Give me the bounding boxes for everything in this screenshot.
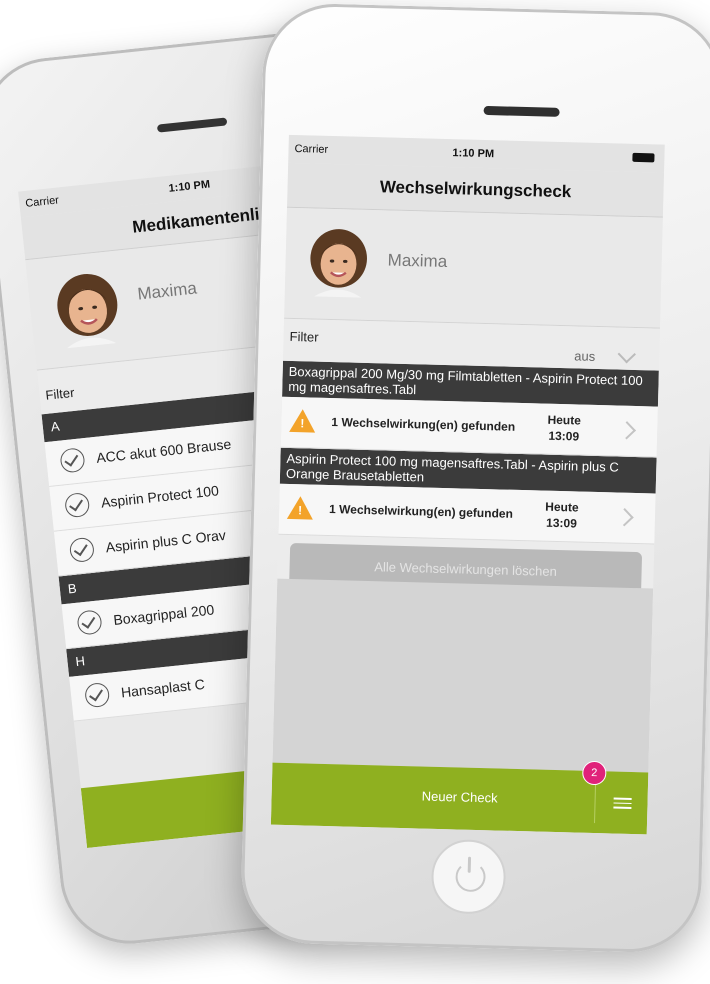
- profile-header[interactable]: Maxima: [284, 207, 663, 329]
- warning-icon-mark: !: [297, 503, 303, 518]
- avatar: [49, 268, 127, 354]
- battery-icon: [632, 152, 655, 163]
- check-circle-icon: [64, 491, 91, 519]
- filter-label: Filter: [44, 384, 76, 403]
- carrier-label: Carrier: [24, 194, 60, 210]
- interaction-row[interactable]: ! 1 Wechselwirkung(en) gefunden Heute 13…: [278, 483, 656, 545]
- interaction-date: Heute: [545, 499, 579, 515]
- interaction-text: 1 Wechselwirkung(en) gefunden: [331, 415, 516, 434]
- warning-icon-mark: !: [300, 416, 305, 431]
- medication-name: ACC akut 600 Brause: [95, 435, 232, 466]
- filter-value: aus: [574, 348, 596, 364]
- empty-area: [272, 578, 654, 773]
- medication-name: Aspirin Protect 100: [100, 482, 220, 511]
- chevron-down-icon[interactable]: [617, 345, 636, 364]
- status-time: 1:10 PM: [452, 147, 495, 161]
- check-circle-icon: [68, 536, 96, 564]
- profile-name: Maxima: [136, 278, 198, 304]
- avatar: [305, 224, 373, 305]
- interaction-row[interactable]: ! 1 Wechselwirkung(en) gefunden Heute 13…: [280, 396, 658, 458]
- carrier-label: Carrier: [294, 142, 329, 156]
- interaction-timestamp: Heute 13:09: [545, 499, 579, 532]
- chevron-right-icon: [617, 421, 636, 440]
- interaction-time: 13:09: [548, 428, 580, 444]
- interaction-date: Heute: [547, 412, 582, 428]
- medication-name: Boxagrippal 200: [112, 601, 215, 628]
- medication-name: Hansaplast C: [120, 675, 206, 701]
- profile-name: Maxima: [387, 250, 448, 272]
- new-check-button[interactable]: Neuer Check: [272, 785, 648, 810]
- chevron-right-icon: [615, 508, 634, 527]
- list-menu-icon[interactable]: [613, 797, 632, 812]
- front-phone: Carrier 1:10 PM Wechselwirkungscheck Max…: [239, 2, 710, 954]
- power-icon: [455, 861, 486, 893]
- medication-name: Aspirin plus C Orav: [104, 526, 227, 556]
- interaction-timestamp: Heute 13:09: [547, 412, 581, 445]
- interaction-time: 13:09: [545, 515, 578, 531]
- filter-label: Filter: [289, 328, 319, 345]
- check-circle-icon: [76, 609, 103, 636]
- check-circle-icon: [83, 681, 111, 709]
- page-title: Wechselwirkungscheck: [379, 177, 572, 202]
- interaction-text: 1 Wechselwirkung(en) gefunden: [328, 502, 514, 521]
- page-title: Medikamentenlis: [131, 203, 270, 237]
- check-circle-icon: [59, 447, 86, 474]
- status-time: 1:10 PM: [168, 178, 211, 195]
- front-phone-screen: Carrier 1:10 PM Wechselwirkungscheck Max…: [270, 134, 665, 835]
